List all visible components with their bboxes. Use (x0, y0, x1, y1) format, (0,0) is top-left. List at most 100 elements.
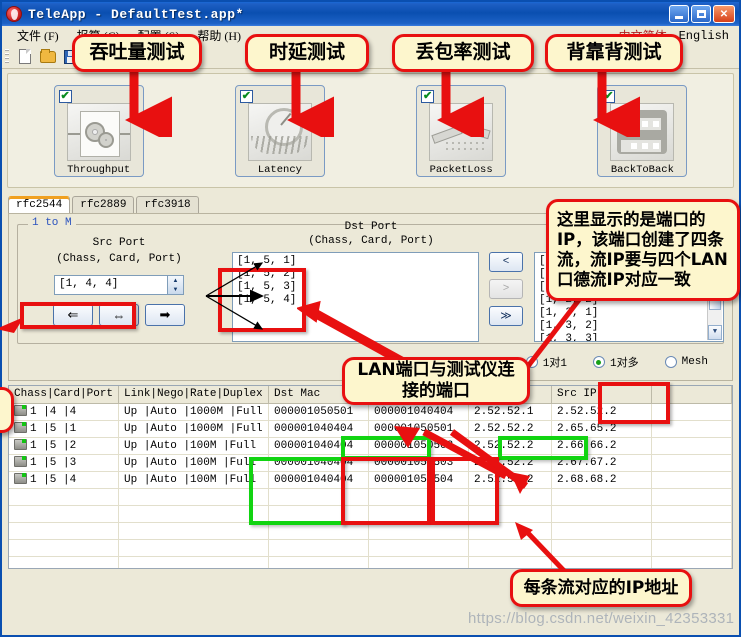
cell-dst-mac: 000001040404 (268, 420, 370, 438)
cell-port: 1 |5 |1 (9, 420, 120, 438)
scroll-down-button[interactable]: ▼ (708, 325, 722, 340)
col-header-chass-card-port[interactable]: Chass|Card|Port (9, 386, 120, 404)
latency-checkbox[interactable]: ✔ (239, 89, 253, 103)
cell-port: 1 |5 |3 (9, 454, 120, 472)
cell-port-text: 1 |5 |4 (30, 474, 77, 486)
port-status-icon (14, 422, 27, 433)
test-button-latency[interactable]: ✔ Latency (234, 84, 325, 177)
cell-port-text: 1 |5 |3 (30, 457, 77, 469)
tab-rfc2889[interactable]: rfc2889 (72, 196, 135, 213)
radio-one-to-one[interactable]: 1对1 (525, 354, 567, 370)
cell-src-ip: 2.68.68.2 (551, 471, 653, 489)
maximize-button[interactable] (691, 5, 711, 23)
backtoback-icon (610, 102, 675, 161)
cell-link: Up |Auto |100M |Full (118, 454, 270, 472)
packetloss-label: PacketLoss (429, 163, 493, 176)
src-port-title: Src Port (92, 237, 146, 249)
cell-dut-ip: 2.52.52.1 (468, 403, 553, 421)
maximize-icon (696, 10, 706, 18)
cell-link: Up |Auto |1000M |Full (118, 403, 270, 421)
new-file-icon (19, 49, 31, 64)
callout-port-ip: 这里显示的是端口的IP，该端口创建了四条流，流IP要与四个LAN口德流IP对应一… (546, 199, 740, 301)
cell-dst-mac: 000001050501 (268, 403, 370, 421)
throughput-icon (66, 102, 131, 161)
watermark-text: https://blog.csdn.net/weixin_42353331 (468, 610, 735, 627)
application-window: TeleApp - DefaultTest.app* ✕ 文件 (F) 报算 (… (0, 0, 741, 637)
table-row-empty[interactable] (9, 556, 732, 568)
window-controls: ✕ (669, 5, 737, 23)
test-button-throughput[interactable]: ✔ Throughput (53, 84, 144, 177)
highlight-dst-port-list (218, 268, 306, 332)
callout-throughput: 吞吐量测试 (72, 34, 202, 72)
test-button-packetloss[interactable]: ✔ PacketLoss (416, 84, 507, 177)
pool-item-6[interactable]: [1, 3, 3] (539, 333, 719, 341)
highlight-src-ip-first (498, 436, 588, 460)
port-status-icon (14, 405, 27, 416)
close-button[interactable]: ✕ (713, 5, 735, 23)
latency-label: Latency (257, 163, 302, 176)
cell-port-text: 1 |5 |2 (30, 440, 77, 452)
dst-port-title: Dst Port (344, 221, 398, 233)
menu-item-file[interactable]: 文件 (F) (8, 26, 68, 45)
radio-one-to-many-label: 1对多 (609, 358, 639, 370)
move-right-button[interactable]: ➡ (145, 304, 185, 326)
src-port-spin-down[interactable]: ▼ (168, 285, 183, 294)
cell-src-mac: 000001050501 (368, 420, 470, 438)
port-status-icon (14, 456, 27, 467)
dst-port-subtitle: (Chass, Card, Port) (308, 235, 434, 247)
add-all-button[interactable]: ≫ (489, 306, 523, 326)
open-folder-icon (40, 48, 56, 63)
test-selection-panel: ✔ Throughput ✔ Latency ✔ PacketLoss ✔ Ba… (7, 73, 734, 188)
remove-one-button[interactable]: < (489, 252, 523, 272)
radio-mesh-label: Mesh (681, 356, 708, 368)
tab-rfc2544[interactable]: rfc2544 (8, 196, 71, 213)
transfer-button-group: < > ≫ (489, 252, 523, 326)
cell-src-mac: 000001040404 (368, 403, 470, 421)
groupbox-legend: 1 to M (28, 217, 76, 229)
cell-spacer (651, 471, 732, 489)
callout-lan-port: LAN端口与测试仪连接的端口 (342, 357, 530, 405)
radio-one-to-one-label: 1对1 (542, 358, 567, 370)
toolbar-grip[interactable] (5, 48, 9, 65)
new-file-button[interactable] (15, 47, 35, 67)
callout-left-edge-partial (0, 387, 14, 433)
cell-link: Up |Auto |100M |Full (118, 437, 270, 455)
add-one-button[interactable]: > (489, 279, 523, 299)
dst-port-item-0[interactable]: [1, 5, 1] (237, 255, 474, 268)
cell-spacer (651, 437, 732, 455)
highlight-src-port-value (20, 302, 136, 329)
open-file-button[interactable] (38, 47, 58, 67)
pool-item-4[interactable]: [1, 3, 1] (539, 307, 719, 320)
cell-port-text: 1 |4 |4 (30, 406, 77, 418)
highlight-dst-mac-column (249, 457, 345, 525)
dst-port-section: Dst Port (Chass, Card, Port) (271, 221, 471, 247)
tab-rfc3918[interactable]: rfc3918 (136, 196, 199, 213)
backtoback-label: BackToBack (610, 163, 674, 176)
window-title: TeleApp - DefaultTest.app* (28, 6, 244, 22)
port-status-icon (14, 439, 27, 450)
src-port-spin-up[interactable]: ▲ (168, 276, 183, 285)
throughput-label: Throughput (67, 163, 131, 176)
callout-packetloss: 丢包率测试 (392, 34, 534, 72)
radio-mesh[interactable]: Mesh (664, 356, 708, 368)
packetloss-checkbox[interactable]: ✔ (421, 89, 435, 103)
minimize-button[interactable] (669, 5, 689, 23)
cell-port-text: 1 |5 |1 (30, 423, 77, 435)
radio-one-to-many-dot (592, 356, 605, 368)
src-port-spin-buttons[interactable]: ▲ ▼ (167, 275, 184, 295)
packetloss-icon (429, 102, 494, 161)
throughput-checkbox[interactable]: ✔ (58, 89, 72, 103)
test-button-backtoback[interactable]: ✔ BackToBack (597, 84, 688, 177)
highlight-one-to-many-radio (598, 382, 670, 424)
language-english-link[interactable]: English (679, 29, 729, 43)
src-port-input[interactable]: [1, 4, 4] (54, 275, 167, 295)
table-row-empty[interactable] (9, 539, 732, 557)
cell-link: Up |Auto |100M |Full (118, 471, 270, 489)
pool-item-5[interactable]: [1, 3, 2] (539, 320, 719, 333)
cell-port: 1 |5 |2 (9, 437, 120, 455)
col-header-link-nego-rate-duplex[interactable]: Link|Nego|Rate|Duplex (118, 386, 270, 404)
cell-link: Up |Auto |1000M |Full (118, 420, 270, 438)
radio-one-to-many[interactable]: 1对多 (592, 354, 639, 370)
backtoback-checkbox[interactable]: ✔ (602, 89, 616, 103)
src-port-spinner[interactable]: [1, 4, 4] ▲ ▼ (54, 275, 184, 295)
